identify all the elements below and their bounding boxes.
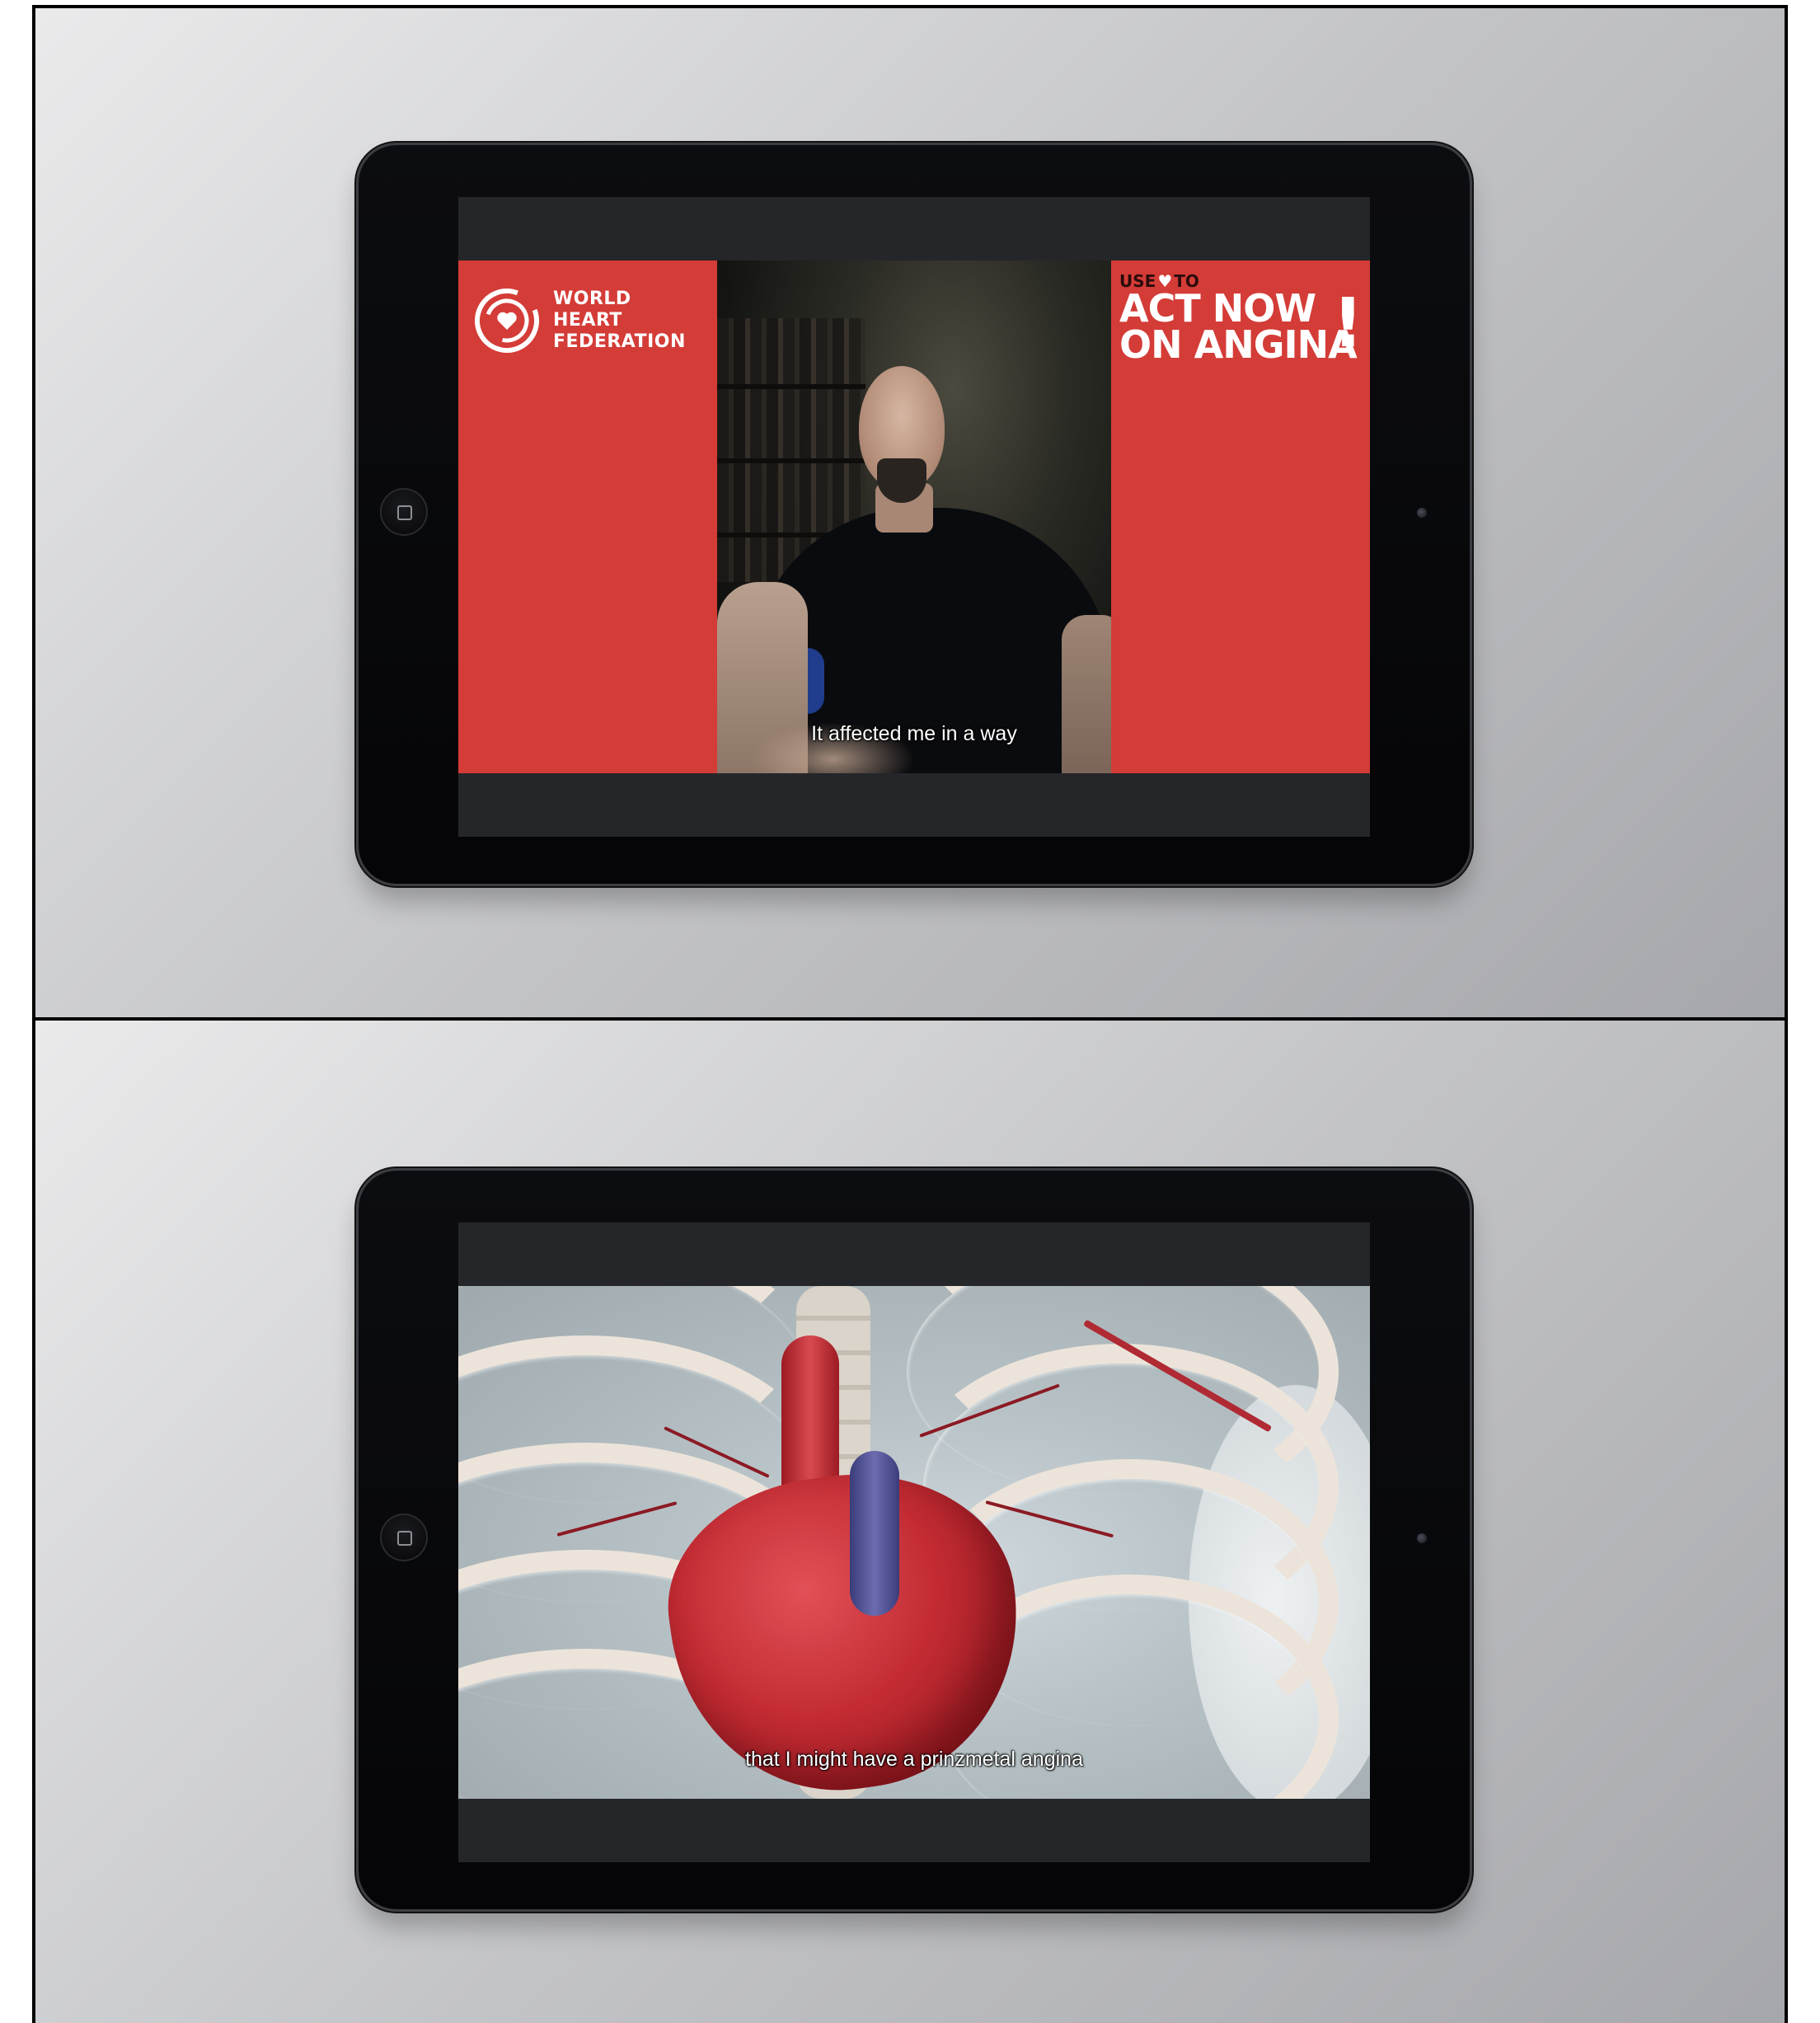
tablet-screen: that I might have a prinzmetal angina: [458, 1223, 1370, 1862]
video-subtitle: It affected me in a way: [811, 722, 1017, 745]
person-arm: [1062, 615, 1111, 773]
logo-line-3: FEDERATION: [553, 331, 686, 352]
heart-anatomy-animation: that I might have a prinzmetal angina: [458, 1286, 1370, 1799]
vein: [850, 1451, 899, 1616]
world-heart-federation-text: WORLD HEART FEDERATION: [553, 289, 710, 353]
logo-line-1: WORLD: [553, 289, 631, 309]
left-brand-panel: WORLD HEART FEDERATION: [458, 261, 717, 773]
logo-line-2: HEART: [553, 310, 622, 331]
home-button[interactable]: [380, 1514, 428, 1561]
campaign-exclamation: !: [1332, 284, 1363, 363]
campaign-line-2: ON ANGINA: [1119, 322, 1358, 367]
camera-icon: [1417, 508, 1427, 518]
campaign-title: USE ♥ TO ACT NOW ON ANGINA !: [1119, 272, 1367, 367]
video-subtitle: that I might have a prinzmetal angina: [745, 1748, 1083, 1771]
top-panel: WORLD HEART FEDERATION It affected me in…: [32, 5, 1788, 1021]
tablet-screen: WORLD HEART FEDERATION It affected me in…: [458, 197, 1370, 837]
campaign-line-1: ACT NOW: [1119, 286, 1316, 331]
tablet-frame: WORLD HEART FEDERATION It affected me in…: [359, 145, 1470, 884]
home-button[interactable]: [380, 488, 428, 536]
webcam-feed: It affected me in a way: [717, 261, 1111, 773]
bottom-panel: that I might have a prinzmetal angina: [32, 1017, 1788, 2023]
video-player[interactable]: WORLD HEART FEDERATION It affected me in…: [458, 261, 1370, 773]
camera-icon: [1417, 1533, 1427, 1543]
tablet-frame: that I might have a prinzmetal angina: [359, 1171, 1470, 1909]
video-player[interactable]: that I might have a prinzmetal angina: [458, 1286, 1370, 1799]
heart-circle-logo-icon: [475, 289, 539, 353]
right-brand-panel: USE ♥ TO ACT NOW ON ANGINA !: [1111, 261, 1370, 773]
